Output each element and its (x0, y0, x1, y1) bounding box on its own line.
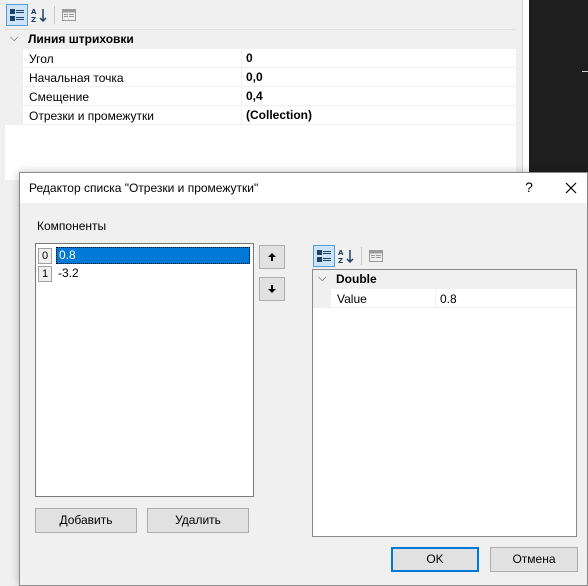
property-name: Value (337, 292, 367, 306)
item-index: 1 (38, 266, 52, 282)
list-item[interactable]: 0 0.8 (37, 247, 252, 265)
category-row[interactable]: ⌵ Линия штриховки (5, 30, 516, 49)
background-property-grid: ⌵ Линия штриховки Угол 0 Начальная точка… (5, 29, 516, 180)
ok-button[interactable]: OK (391, 547, 479, 572)
property-name: Начальная точка (29, 71, 124, 85)
move-down-button[interactable] (259, 277, 285, 301)
alphabetical-sort-icon[interactable]: AZ (336, 245, 358, 267)
svg-text:A: A (338, 249, 344, 257)
alphabetical-sort-icon[interactable]: AZ (29, 4, 51, 26)
property-row-value[interactable]: Value 0.8 (313, 289, 576, 308)
property-name: Отрезки и промежутки (29, 109, 154, 123)
property-value[interactable]: 0,4 (246, 89, 263, 103)
item-property-grid: ⌵ Double Value 0.8 (312, 269, 577, 537)
property-row-start-point[interactable]: Начальная точка 0,0 (5, 68, 516, 87)
components-list[interactable]: 0 0.8 1 -3.2 (35, 243, 254, 497)
arrow-up-icon (268, 253, 276, 261)
property-value[interactable]: 0,0 (246, 70, 263, 84)
svg-text:Z: Z (31, 16, 36, 23)
close-button[interactable] (559, 177, 583, 199)
components-label: Компоненты (37, 219, 107, 233)
list-item[interactable]: 1 -3.2 (37, 265, 252, 283)
item-value[interactable]: -3.2 (56, 265, 250, 282)
property-row-segments[interactable]: Отрезки и промежутки (Collection) (5, 106, 516, 125)
property-row-angle[interactable]: Угол 0 (5, 49, 516, 68)
help-button[interactable]: ? (519, 179, 539, 197)
remove-button[interactable]: Удалить (147, 508, 249, 533)
dialog-titlebar[interactable]: Редактор списка "Отрезки и промежутки" ? (20, 173, 587, 203)
close-icon (565, 182, 577, 194)
property-name: Смещение (29, 90, 90, 104)
property-grid-toolbar: AZ (0, 0, 522, 28)
category-row[interactable]: ⌵ Double (313, 270, 576, 289)
move-up-button[interactable] (259, 245, 285, 269)
property-value[interactable]: 0.8 (440, 292, 457, 306)
add-button[interactable]: Добавить (35, 508, 137, 533)
dialog-title: Редактор списка "Отрезки и промежутки" (29, 181, 259, 195)
svg-text:Z: Z (338, 257, 343, 264)
item-index: 0 (38, 248, 52, 264)
categorized-icon[interactable] (313, 245, 335, 267)
property-pages-icon[interactable] (58, 4, 80, 26)
property-pages-icon[interactable] (365, 245, 387, 267)
category-label: Double (336, 272, 377, 286)
cancel-button[interactable]: Отмена (490, 547, 578, 572)
collection-editor-dialog: Редактор списка "Отрезки и промежутки" ?… (19, 172, 588, 586)
property-value[interactable]: 0 (246, 51, 253, 65)
property-value[interactable]: (Collection) (246, 108, 312, 122)
svg-text:A: A (31, 8, 37, 16)
chevron-down-icon[interactable]: ⌵ (10, 32, 18, 45)
chevron-down-icon[interactable]: ⌵ (318, 272, 326, 285)
category-label: Линия штриховки (28, 32, 134, 46)
item-value[interactable]: 0.8 (56, 247, 250, 264)
categorized-icon[interactable] (6, 4, 28, 26)
property-name: Угол (29, 52, 54, 66)
arrow-down-icon (268, 285, 276, 293)
property-row-offset[interactable]: Смещение 0,4 (5, 87, 516, 106)
